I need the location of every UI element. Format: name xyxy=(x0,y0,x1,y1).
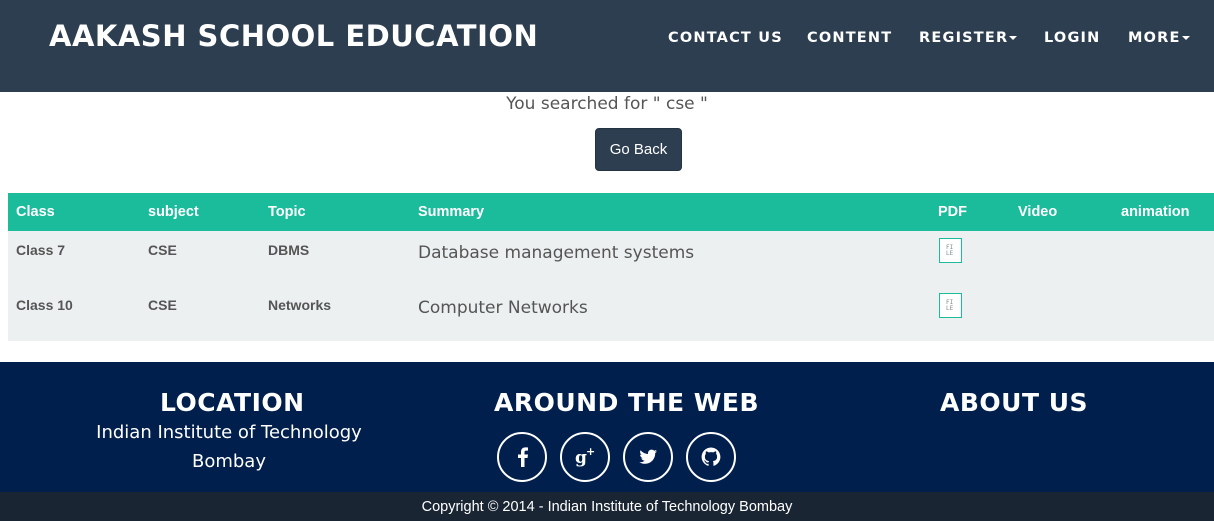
twitter-icon[interactable] xyxy=(623,432,673,482)
navbar: AAKASH SCHOOL EDUCATION CONTACT US CONTE… xyxy=(0,0,1214,92)
nav-content-label: CONTENT xyxy=(807,30,893,46)
github-icon[interactable] xyxy=(686,432,736,482)
go-back-button[interactable]: Go Back xyxy=(595,128,682,171)
nav-register-label: REGISTER xyxy=(919,30,1009,46)
nav-more-label: MORE xyxy=(1128,30,1181,46)
header-class: Class xyxy=(16,204,55,220)
nav-more[interactable]: MORE xyxy=(1128,29,1190,47)
chevron-down-icon xyxy=(1181,36,1190,40)
footer: LOCATION Indian Institute of Technology … xyxy=(0,362,1214,492)
cell-class: Class 7 xyxy=(16,242,66,258)
svg-text:+: + xyxy=(586,445,595,458)
header-summary: Summary xyxy=(418,204,485,220)
location-text: Indian Institute of Technology Bombay xyxy=(96,422,362,472)
nav-login[interactable]: LOGIN xyxy=(1044,29,1100,47)
cell-topic: DBMS xyxy=(268,242,310,258)
header-video: Video xyxy=(1018,204,1058,220)
results-table: Class subject Topic Summary PDF Video an… xyxy=(8,193,1214,341)
cell-subject: CSE xyxy=(148,297,177,313)
location-heading: LOCATION xyxy=(160,388,305,417)
google-plus-icon[interactable]: g + xyxy=(560,432,610,482)
about-us-heading: ABOUT US xyxy=(940,388,1089,417)
cell-summary: Database management systems xyxy=(418,243,695,263)
header-subject: subject xyxy=(148,204,199,220)
header-animation: animation xyxy=(1121,204,1190,220)
facebook-icon[interactable] xyxy=(497,432,547,482)
brand-title[interactable]: AAKASH SCHOOL EDUCATION xyxy=(49,18,538,54)
nav-contact-us-label: CONTACT US xyxy=(668,30,783,46)
chevron-down-icon xyxy=(1009,36,1018,40)
copyright-text: Copyright © 2014 - Indian Institute of T… xyxy=(421,499,793,515)
copyright-bar: Copyright © 2014 - Indian Institute of T… xyxy=(0,492,1214,521)
pdf-file-icon[interactable]: FI LE xyxy=(939,293,962,318)
nav-content[interactable]: CONTENT xyxy=(807,29,892,47)
around-the-web-heading: AROUND THE WEB xyxy=(494,388,759,417)
pdf-file-icon[interactable]: FI LE xyxy=(939,238,962,263)
table-row: Class 7 CSE DBMS Database management sys… xyxy=(8,231,1214,286)
nav-login-label: LOGIN xyxy=(1044,30,1101,46)
table-row: Class 10 CSE Networks Computer Networks … xyxy=(8,286,1214,341)
cell-topic: Networks xyxy=(268,297,332,313)
search-result-text: You searched for " cse " xyxy=(506,94,708,114)
cell-class: Class 10 xyxy=(16,297,73,313)
header-pdf: PDF xyxy=(938,204,967,220)
header-topic: Topic xyxy=(268,204,306,220)
nav-contact-us[interactable]: CONTACT US xyxy=(668,29,783,47)
cell-subject: CSE xyxy=(148,242,177,258)
table-header: Class subject Topic Summary PDF Video an… xyxy=(8,193,1214,231)
nav-register[interactable]: REGISTER xyxy=(919,29,1018,47)
cell-summary: Computer Networks xyxy=(418,298,588,318)
